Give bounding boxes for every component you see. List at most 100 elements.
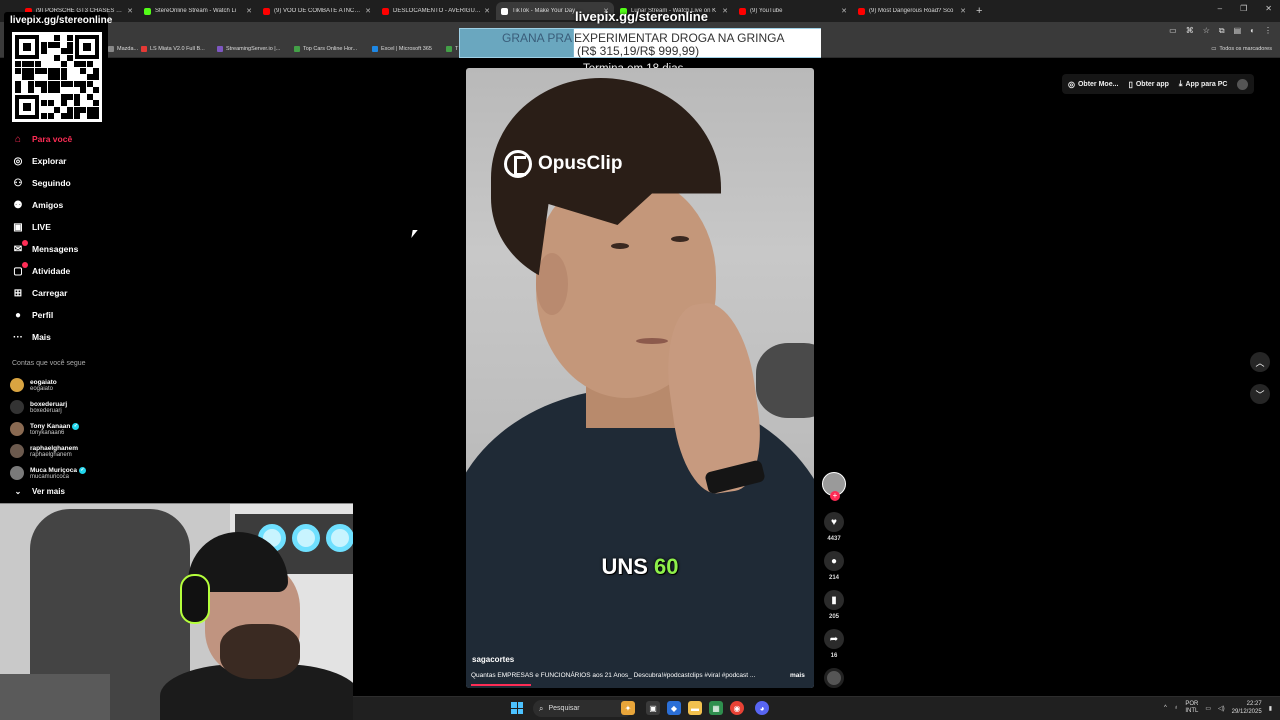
profile-icon[interactable]: ◐ — [1250, 26, 1255, 36]
video-player[interactable]: OpusClip UNS 60 sagacortes Quantas EMPRE… — [466, 68, 814, 688]
headset-icon — [180, 574, 210, 624]
sidebar-item-activity[interactable]: ▢ Atividade — [12, 260, 78, 282]
system-tray: ^ ♁ POR INTL ▭ ◁) 22:27 29/12/2025 ▮ — [1164, 700, 1272, 716]
sidepanel-icon[interactable]: ▤ — [1234, 26, 1242, 36]
windows-start-icon[interactable] — [511, 702, 523, 714]
sidebar-item-following[interactable]: ⚇ Seguindo — [12, 172, 78, 194]
tab-close-icon[interactable]: ✕ — [960, 7, 966, 15]
qr-module — [28, 74, 34, 80]
video-progress-bar[interactable] — [471, 684, 531, 686]
sidebar-item-more[interactable]: ··· Mais — [12, 326, 78, 348]
bookmark-item[interactable]: StreamingServer.io |... — [217, 46, 280, 52]
qr-module — [41, 41, 47, 48]
qr-module — [54, 106, 60, 113]
menu-dots-icon[interactable]: ⋮ — [1264, 26, 1272, 36]
bookmark-star-icon[interactable]: ☆ — [1203, 26, 1210, 36]
copilot-icon[interactable]: ◆ — [667, 701, 681, 715]
opusclip-logo-icon — [504, 150, 532, 178]
sidebar-item-upload[interactable]: ⊞ Carregar — [12, 282, 78, 304]
pc-app-button[interactable]: ⤓ App para PC — [1179, 79, 1228, 89]
chrome-icon[interactable]: ◉ — [730, 701, 744, 715]
see-more-button[interactable]: ⌄ Ver mais — [12, 487, 65, 496]
person-mouth — [636, 338, 668, 344]
following-name: raphaelghanem — [30, 444, 79, 452]
more-icon: ··· — [13, 331, 23, 343]
keyboard-language[interactable]: POR INTL — [1185, 701, 1198, 715]
following-item[interactable]: Tony Kanaan ✓ tonykanaan6 — [10, 418, 86, 440]
browser-tab[interactable]: (9) Most Dangerous Road? Sco ✕ — [853, 2, 971, 20]
sidebar-item-profile[interactable]: ● Perfil — [12, 304, 78, 326]
following-name: Muca Muriçoca — [30, 466, 77, 474]
music-disc-icon[interactable] — [824, 668, 844, 688]
qr-module — [86, 106, 93, 113]
tab-close-icon[interactable]: ✕ — [246, 7, 252, 15]
bookmark-item[interactable]: Excel | Microsoft 365 — [372, 46, 432, 52]
taskbar-search[interactable]: ⌕ Pesquisar — [533, 700, 633, 717]
follow-plus-icon[interactable]: + — [830, 491, 840, 501]
sidebar-item-compass[interactable]: ◎ Explorar — [12, 150, 78, 172]
bookmark-item[interactable]: Top Cars Online Hor... — [294, 46, 357, 52]
sidebar-item-live[interactable]: ▣ LIVE — [12, 216, 78, 238]
browser-tab[interactable]: (9) VOO DE COMBATE A INCÊN ✕ — [258, 2, 376, 20]
sidebar-item-messages[interactable]: ✉ Mensagens — [12, 238, 78, 260]
browser-tab[interactable]: DESLOCAMENTO - AVERIGUAÇ ✕ — [377, 2, 495, 20]
following-item[interactable]: eogaiato eogaiato — [10, 374, 86, 396]
task-view-icon[interactable]: ▣ — [646, 701, 660, 715]
qr-module — [47, 113, 54, 119]
clock[interactable]: 22:27 29/12/2025 — [1232, 700, 1262, 716]
qr-module — [67, 48, 73, 54]
tab-close-icon[interactable]: ✕ — [365, 7, 371, 15]
file-explorer-icon[interactable]: ▬ — [688, 701, 702, 715]
following-item[interactable]: Muca Muriçoca ✓ mucamuricoca — [10, 462, 86, 484]
store-icon[interactable]: ▦ — [709, 701, 723, 715]
coin-icon: ◎ — [1068, 79, 1075, 89]
creator-avatar[interactable]: + — [822, 472, 846, 501]
maximize-icon[interactable]: ❐ — [1240, 4, 1247, 13]
next-video-button[interactable]: ﹀ — [1250, 384, 1270, 404]
tab-close-icon[interactable]: ✕ — [841, 7, 847, 15]
extensions-icon[interactable]: ⧉ — [1219, 26, 1225, 36]
qr-module — [86, 113, 93, 119]
like-button[interactable]: ♥ — [824, 512, 844, 532]
comment-button[interactable]: ● — [824, 551, 844, 571]
share-button[interactable]: ➦ — [824, 629, 844, 649]
user-avatar[interactable] — [1237, 78, 1249, 90]
bookmark-item[interactable]: Mazda... — [108, 46, 138, 52]
translate-icon[interactable]: ⌘ — [1186, 26, 1194, 36]
qr-module — [60, 61, 67, 67]
tab-close-icon[interactable]: ✕ — [127, 7, 133, 15]
description-more-link[interactable]: mais — [790, 672, 805, 679]
action-rail: + ♥ 4437 ● 214 ▮ 205 ➦ 16 — [822, 472, 846, 688]
messages-icon: ✉ — [12, 240, 28, 255]
chevron-up-icon[interactable]: ^ — [1164, 705, 1167, 711]
new-tab-plus-icon[interactable]: + — [976, 5, 982, 17]
notifications-icon[interactable]: ▮ — [1269, 705, 1272, 712]
browser-tab[interactable]: (9) YouTube ✕ — [734, 2, 852, 20]
sidebar-item-home[interactable]: ⌂ Para você — [12, 128, 78, 150]
bookmark-item[interactable]: LS Miata V2.0 Full B... — [141, 46, 205, 52]
close-window-icon[interactable]: ✕ — [1265, 4, 1272, 13]
network-icon[interactable]: ▭ — [1205, 705, 1211, 712]
goal-prefix: GRANA PRA — [502, 31, 573, 45]
following-item[interactable]: boxederuarj boxederuarj — [10, 396, 86, 418]
minimize-icon[interactable]: – — [1218, 4, 1222, 13]
microphone-icon[interactable]: ♁ — [1174, 705, 1179, 711]
get-coins-button[interactable]: ◎ Obter Moe... — [1068, 80, 1118, 89]
following-item[interactable]: raphaelghanem raphaelghanem — [10, 440, 86, 462]
video-author[interactable]: sagacortes — [472, 655, 514, 664]
opusclip-label: OpusClip — [538, 153, 623, 174]
get-app-button[interactable]: ▯ Obter app — [1128, 80, 1168, 89]
all-bookmarks-button[interactable]: ▭ Todos os marcadores — [1211, 46, 1272, 52]
screen-share-icon[interactable]: ▭ — [1169, 26, 1177, 36]
bookmark-item[interactable]: T — [446, 46, 458, 52]
tab-close-icon[interactable]: ✕ — [484, 7, 490, 15]
tab-close-icon[interactable]: ✕ — [722, 7, 728, 15]
previous-video-button[interactable]: ︿ — [1250, 352, 1270, 372]
volume-icon[interactable]: ◁) — [1218, 705, 1225, 712]
browser-tab[interactable]: StereOnline Stream - Watch Li ✕ — [139, 2, 257, 20]
sidebar-item-friends[interactable]: ⚉ Amigos — [12, 194, 78, 216]
save-button[interactable]: ▮ — [824, 590, 844, 610]
sidebar-item-label: Para você — [32, 134, 73, 144]
clock-date: 29/12/2025 — [1231, 709, 1262, 715]
discord-icon[interactable]: ◕ — [755, 701, 769, 715]
